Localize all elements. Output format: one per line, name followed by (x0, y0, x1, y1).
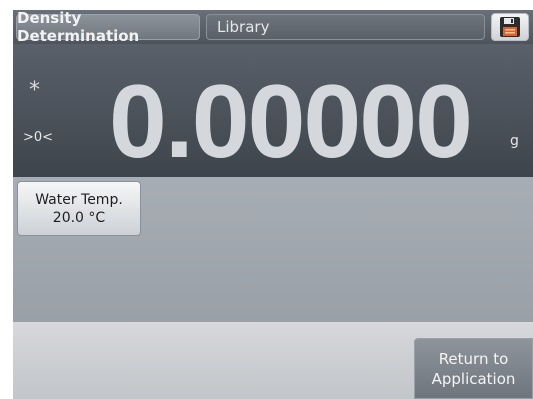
tab-density-determination[interactable]: Density Determination (16, 10, 200, 45)
tab-library-label: Library (217, 18, 270, 36)
center-of-zero-indicator: >0< (23, 130, 54, 145)
stability-indicator: * (29, 78, 40, 103)
weight-unit[interactable]: g (510, 133, 519, 149)
water-temp-button[interactable]: Water Temp. 20.0 °C (17, 181, 141, 236)
water-temp-value: 20.0 °C (52, 209, 106, 226)
bottom-bar: Return to Application (13, 322, 533, 399)
work-area: Water Temp. 20.0 °C (13, 177, 533, 322)
return-label-line2: Application (431, 369, 516, 388)
top-bar: Density Determination Library (13, 10, 533, 45)
return-label-line1: Return to (438, 349, 509, 368)
balance-screen: Density Determination Library * >0< 0.00… (13, 10, 533, 399)
save-button[interactable] (491, 13, 529, 41)
return-to-application-button[interactable]: Return to Application (414, 338, 533, 399)
tab-app-label: Density Determination (17, 10, 140, 45)
tab-library[interactable]: Library (206, 14, 485, 40)
water-temp-label: Water Temp. (35, 191, 123, 208)
weight-reading: 0.00000 (109, 64, 473, 180)
weight-display: * >0< 0.00000 g (13, 44, 533, 177)
floppy-disk-icon (500, 17, 520, 37)
